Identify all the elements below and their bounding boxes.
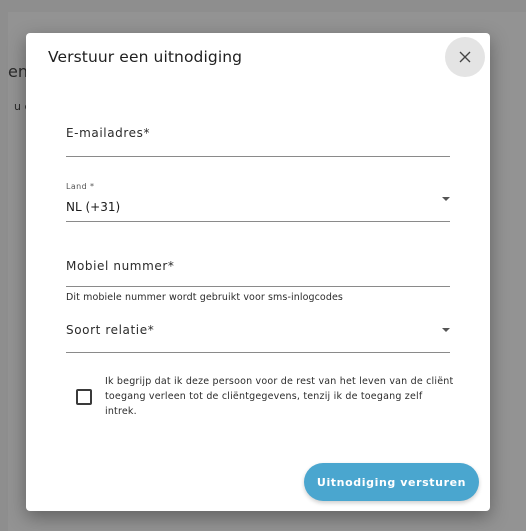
mobile-underline <box>66 286 450 287</box>
mobile-helper-text: Dit mobiele nummer wordt gebruikt voor s… <box>66 292 343 303</box>
consent-checkbox[interactable] <box>76 389 92 405</box>
mobile-field[interactable]: Mobiel nummer* Dit mobiele nummer wordt … <box>66 251 450 311</box>
country-label: Land * <box>66 182 95 191</box>
email-label: E-mailadres* <box>66 126 151 140</box>
close-button[interactable] <box>445 37 485 77</box>
relation-label: Soort relatie* <box>66 323 155 337</box>
close-icon <box>459 51 471 63</box>
dropdown-arrow-icon <box>442 197 450 201</box>
email-field[interactable]: E-mailadres* <box>66 118 450 158</box>
dropdown-arrow-icon <box>442 328 450 332</box>
send-invitation-button[interactable]: Uitnodiging versturen <box>304 463 479 501</box>
country-underline <box>66 221 450 222</box>
country-value: NL (+31) <box>66 200 121 214</box>
dialog-title: Verstuur een uitnodiging <box>48 48 243 66</box>
relation-select[interactable]: Soort relatie* <box>66 315 450 355</box>
mobile-label: Mobiel nummer* <box>66 259 175 273</box>
country-select[interactable]: Land * NL (+31) <box>66 178 450 223</box>
consent-text: Ik begrijp dat ik deze persoon voor de r… <box>105 376 454 417</box>
relation-underline <box>66 352 450 353</box>
invite-dialog: Verstuur een uitnodiging E-mailadres* La… <box>26 33 490 511</box>
email-underline <box>66 156 450 157</box>
